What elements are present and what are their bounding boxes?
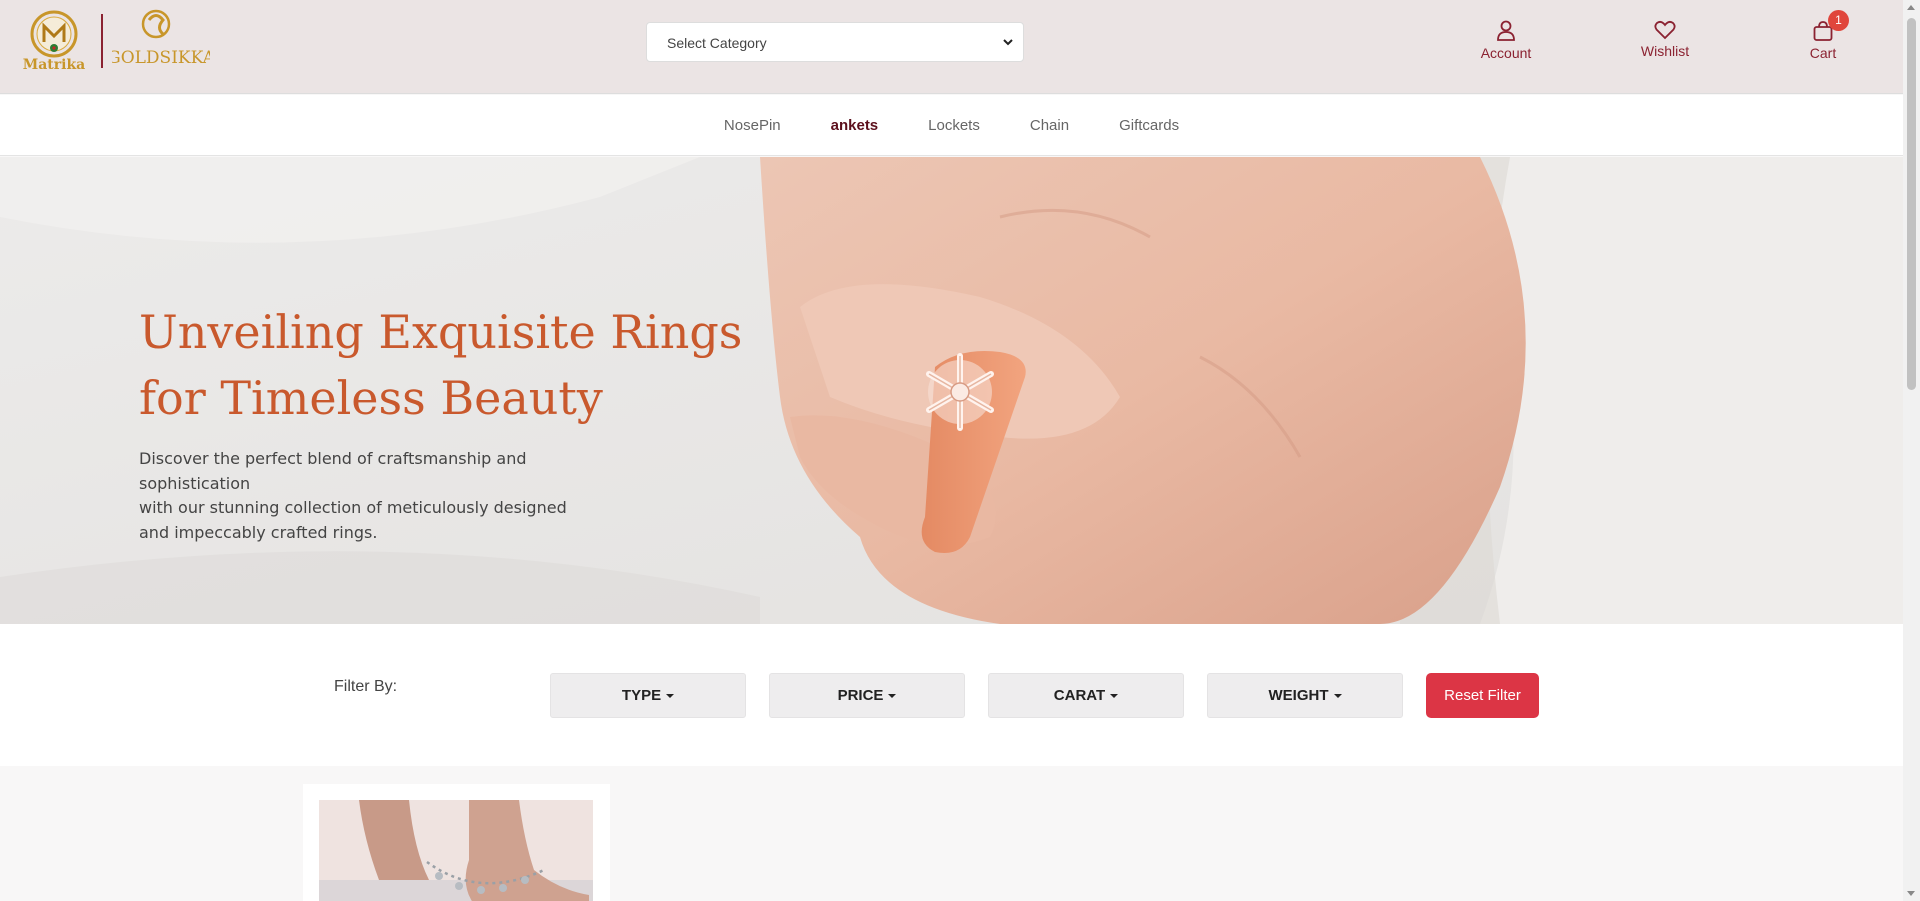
scrollbar-thumb[interactable] — [1907, 18, 1916, 390]
matrika-logo[interactable]: Matrika — [20, 8, 90, 74]
category-select-value: Select Category — [667, 35, 767, 51]
category-select[interactable]: Select Category — [646, 22, 1024, 62]
wishlist-button[interactable]: Wishlist — [1620, 20, 1710, 70]
filter-weight-dropdown[interactable]: WEIGHT — [1207, 673, 1403, 718]
brand-logos[interactable]: Matrika GOLDSIKKA — [20, 8, 210, 74]
filter-weight-label: WEIGHT — [1268, 687, 1329, 704]
nav-item-ankets[interactable]: ankets — [831, 117, 879, 134]
hero-desc-line: Discover the perfect blend of craftsmans… — [139, 449, 527, 493]
anklet-product-image — [319, 800, 593, 901]
chevron-down-icon — [1003, 39, 1013, 46]
hero-title: Unveiling Exquisite Rings for Timeless B… — [139, 299, 759, 431]
cart-label: Cart — [1809, 45, 1837, 61]
svg-text:Matrika: Matrika — [23, 57, 86, 73]
hero-title-line: Unveiling Exquisite Rings — [139, 305, 743, 359]
product-grid — [0, 766, 1903, 901]
nav-item-giftcards[interactable]: Giftcards — [1119, 117, 1179, 134]
filter-price-dropdown[interactable]: PRICE — [769, 673, 965, 718]
caret-down-icon — [888, 693, 897, 698]
hero-description: Discover the perfect blend of craftsmans… — [139, 447, 639, 545]
user-icon — [1497, 20, 1515, 41]
hero-title-line: for Timeless Beauty — [139, 371, 603, 425]
nav-item-nosepin[interactable]: NosePin — [724, 117, 781, 134]
filter-type-dropdown[interactable]: TYPE — [550, 673, 746, 718]
category-nav: NosePin ankets Lockets Chain Giftcards — [0, 95, 1903, 156]
filter-price-label: PRICE — [837, 687, 884, 704]
nav-item-chain[interactable]: Chain — [1030, 117, 1069, 134]
product-image[interactable] — [319, 800, 593, 901]
filter-carat-dropdown[interactable]: CARAT — [988, 673, 1184, 718]
scroll-up-arrow-icon[interactable] — [1907, 5, 1915, 10]
caret-down-icon — [1110, 693, 1119, 698]
cart-button[interactable]: Cart 1 — [1778, 10, 1868, 70]
filter-label: Filter By: — [334, 678, 398, 695]
heart-icon — [1654, 20, 1676, 40]
filter-bar: Filter By: TYPE PRICE CARAT WEIGHT Reset… — [0, 624, 1903, 766]
caret-down-icon — [666, 693, 675, 698]
nav-item-lockets[interactable]: Lockets — [928, 117, 980, 134]
hero-banner: Unveiling Exquisite Rings for Timeless B… — [0, 157, 1903, 624]
filter-type-label: TYPE — [621, 687, 662, 704]
cart-count-badge: 1 — [1828, 10, 1849, 31]
svg-text:GOLDSIKKA: GOLDSIKKA — [112, 48, 210, 68]
site-header: Matrika GOLDSIKKA Select Category Accoun… — [0, 0, 1903, 94]
filter-carat-label: CARAT — [1053, 687, 1106, 704]
goldsikka-logo[interactable]: GOLDSIKKA — [112, 8, 210, 74]
account-label: Account — [1480, 45, 1532, 61]
wishlist-label: Wishlist — [1640, 43, 1690, 59]
scroll-down-arrow-icon[interactable] — [1907, 891, 1915, 896]
page-scrollbar[interactable] — [1903, 0, 1920, 901]
logo-divider — [101, 14, 103, 68]
hero-desc-line: and impeccably crafted rings. — [139, 522, 378, 542]
reset-filter-button[interactable]: Reset Filter — [1426, 673, 1539, 718]
product-card[interactable] — [303, 784, 610, 901]
account-button[interactable]: Account — [1461, 20, 1551, 70]
hero-desc-line: with our stunning collection of meticulo… — [139, 498, 567, 517]
caret-down-icon — [1333, 693, 1342, 698]
